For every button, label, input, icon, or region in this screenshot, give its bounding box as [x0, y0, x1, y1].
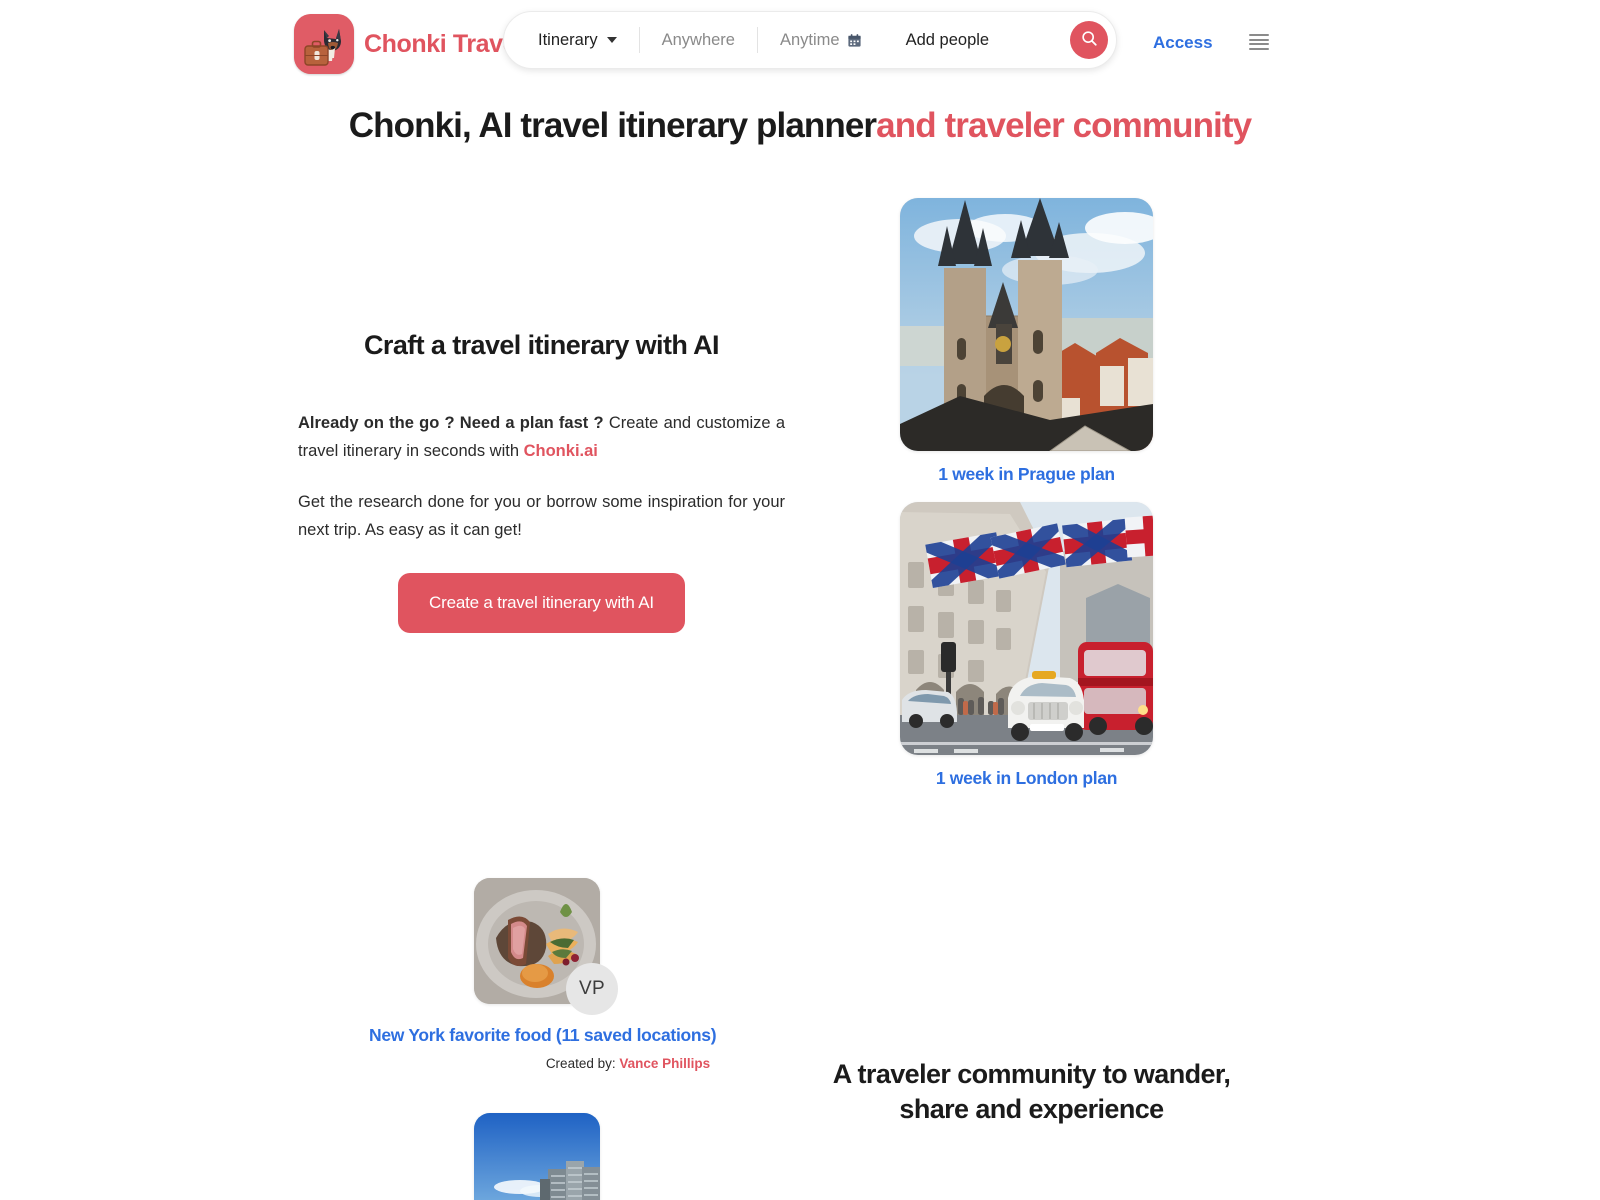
create-itinerary-button[interactable]: Create a travel itinerary with AI [398, 573, 685, 633]
cta-container: Create a travel itinerary with AI [298, 573, 785, 633]
community-card-author: Created by: Vance Phillips [474, 1056, 782, 1071]
intro-paragraph-2: Get the research done for you or borrow … [298, 493, 785, 539]
itinerary-card-caption[interactable]: 1 week in Prague plan [900, 464, 1153, 485]
created-by-name[interactable]: Vance Phillips [619, 1056, 710, 1071]
page-title-accent: and traveler community [876, 106, 1252, 145]
page-root: Chonki Travel Itinerary Anywhere Anytime [0, 0, 1600, 1200]
community-heading-line-2: share and experience [899, 1094, 1164, 1124]
chevron-down-icon [606, 37, 617, 43]
search-date-placeholder: Anytime [779, 30, 840, 49]
itinerary-intro-section: Craft a travel itinerary with AI Already… [298, 330, 785, 633]
search-destination-input[interactable]: Anywhere [640, 12, 757, 68]
section-heading-craft: Craft a travel itinerary with AI [364, 330, 720, 360]
search-icon [1080, 29, 1099, 51]
search-bar[interactable]: Itinerary Anywhere Anytime Add people [503, 11, 1117, 69]
community-card-food[interactable]: VP New York favorite food (11 saved loca… [369, 878, 717, 1071]
itinerary-card-london[interactable]: 1 week in London plan [900, 502, 1153, 789]
calendar-icon [847, 33, 862, 48]
search-type-label: Itinerary [538, 30, 598, 49]
hamburger-menu-icon[interactable] [1249, 32, 1269, 52]
access-link[interactable]: Access [1153, 33, 1213, 53]
section-heading-community: A traveler community to wander, share an… [790, 1057, 1273, 1127]
hamburger-bar [1249, 38, 1269, 41]
site-header: Chonki Travel Itinerary Anywhere Anytime [0, 0, 1600, 86]
beach-resort-photo[interactable] [474, 1113, 600, 1200]
search-date-input[interactable]: Anytime [758, 12, 884, 68]
hamburger-bar [1249, 47, 1269, 50]
search-button[interactable] [1070, 21, 1108, 59]
avatar[interactable]: VP [566, 963, 618, 1015]
search-people-placeholder: Add people [905, 30, 990, 49]
created-by-label: Created by: [545, 1056, 616, 1071]
brand-name: Chonki Travel [364, 29, 523, 58]
search-type-selector[interactable]: Itinerary [504, 12, 639, 68]
community-heading-line-1: A traveler community to wander, [832, 1059, 1231, 1089]
hamburger-bar [1249, 43, 1269, 46]
page-title-primary: Chonki, AI travel itinerary planner [348, 106, 877, 145]
dog-with-suitcase-logo-icon[interactable] [294, 14, 354, 74]
chonki-ai-link[interactable]: Chonki.ai [524, 442, 598, 460]
prague-tyn-church-photo[interactable] [900, 198, 1153, 451]
london-regent-street-photo[interactable] [900, 502, 1153, 755]
itinerary-card-prague[interactable]: 1 week in Prague plan [900, 198, 1153, 485]
brand[interactable]: Chonki Travel [294, 14, 523, 74]
community-card-caption[interactable]: New York favorite food (11 saved locatio… [369, 1025, 717, 1046]
search-people-input[interactable]: Add people [884, 12, 1012, 68]
page-title: Chonki, AI travel itinerary plannerand t… [0, 103, 1600, 149]
itinerary-card-caption[interactable]: 1 week in London plan [900, 768, 1153, 789]
intro-paragraph-1-bold: Already on the go ? Need a plan fast ? [298, 414, 604, 432]
community-card-beach[interactable] [474, 1113, 600, 1200]
hamburger-bar [1249, 34, 1269, 36]
search-destination-placeholder: Anywhere [661, 30, 735, 49]
intro-paragraph-1: Already on the go ? Need a plan fast ? C… [298, 409, 785, 465]
